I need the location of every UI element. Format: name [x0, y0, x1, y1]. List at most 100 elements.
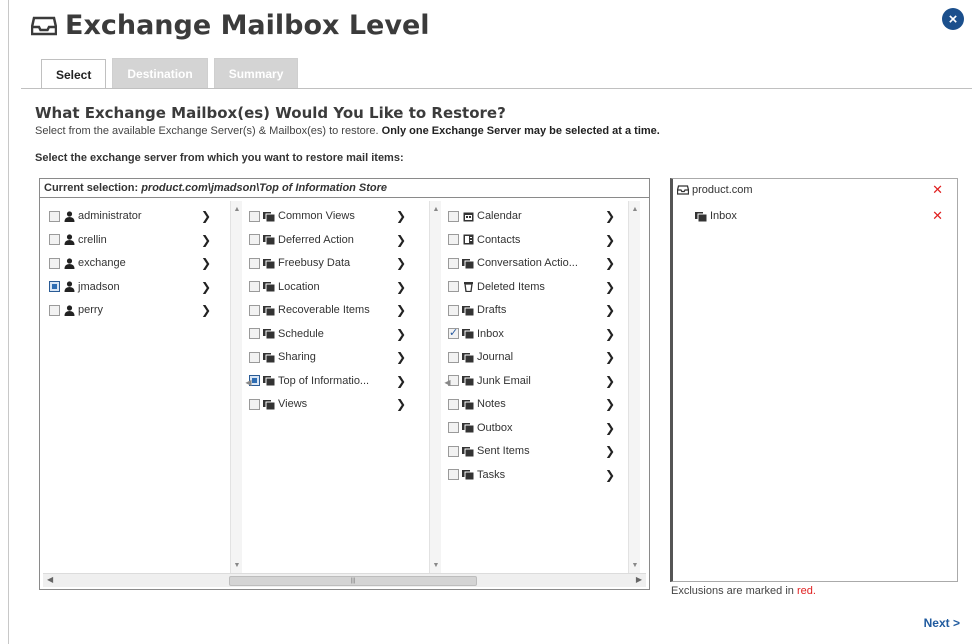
chevron-right-icon[interactable]: ❯: [201, 231, 211, 249]
mail-item-row[interactable]: Calendar: [448, 207, 522, 225]
folder-row[interactable]: Views: [249, 395, 307, 413]
folder-checkbox[interactable]: [249, 234, 260, 245]
user-row[interactable]: administrator: [49, 207, 142, 225]
chevron-right-icon[interactable]: ❯: [396, 325, 406, 343]
close-button[interactable]: ×: [942, 8, 964, 30]
chevron-right-icon[interactable]: ❯: [201, 278, 211, 296]
folder-checkbox[interactable]: [249, 328, 260, 339]
mail-item-row[interactable]: Outbox: [448, 419, 512, 437]
mail-item-checkbox[interactable]: [448, 234, 459, 245]
user-checkbox[interactable]: [49, 234, 60, 245]
remove-icon[interactable]: ✕: [932, 208, 943, 224]
user-icon: [63, 234, 75, 246]
mail-item-checkbox[interactable]: [448, 422, 459, 433]
chevron-right-icon[interactable]: ❯: [396, 348, 406, 366]
remove-icon[interactable]: ✕: [932, 182, 943, 198]
mail-item-row[interactable]: Journal: [448, 348, 513, 366]
chevron-right-icon[interactable]: ❯: [605, 348, 615, 366]
scrollbar-thumb[interactable]: |||: [229, 576, 477, 586]
mail-item-row[interactable]: Sent Items: [448, 442, 530, 460]
mail-item-row[interactable]: Contacts: [448, 231, 520, 249]
scroll-up-icon[interactable]: ▲: [231, 203, 243, 215]
chevron-right-icon[interactable]: ❯: [605, 372, 615, 390]
scroll-left-icon[interactable]: ◀: [47, 575, 53, 584]
mail-item-row[interactable]: Deleted Items: [448, 278, 545, 296]
user-row[interactable]: jmadson: [49, 278, 120, 296]
mail-item-row[interactable]: Notes: [448, 395, 506, 413]
scroll-left-icon[interactable]: ◀: [443, 376, 452, 388]
folder-row[interactable]: Freebusy Data: [249, 254, 350, 272]
folder-row[interactable]: Sharing: [249, 348, 316, 366]
chevron-right-icon[interactable]: ❯: [605, 301, 615, 319]
folder-checkbox[interactable]: [249, 281, 260, 292]
user-row[interactable]: perry: [49, 301, 103, 319]
mail-item-checkbox[interactable]: [448, 445, 459, 457]
chevron-right-icon[interactable]: ❯: [605, 466, 615, 484]
chevron-right-icon[interactable]: ❯: [605, 395, 615, 413]
chevron-right-icon[interactable]: ❯: [396, 231, 406, 249]
chevron-right-icon[interactable]: ❯: [396, 301, 406, 319]
mail-item-row[interactable]: Tasks: [448, 466, 505, 484]
mail-item-checkbox[interactable]: [448, 257, 459, 269]
scroll-down-icon[interactable]: ▼: [629, 559, 641, 571]
scroll-down-icon[interactable]: ▼: [430, 559, 442, 571]
mail-item-row[interactable]: Inbox: [448, 325, 504, 343]
chevron-right-icon[interactable]: ❯: [396, 372, 406, 390]
folder-checkbox[interactable]: [249, 351, 260, 363]
mail-item-checkbox[interactable]: [448, 351, 459, 363]
scroll-right-icon[interactable]: ▶: [636, 575, 642, 584]
mail-item-checkbox[interactable]: [448, 304, 459, 316]
tab-destination[interactable]: Destination: [112, 58, 208, 88]
chevron-right-icon[interactable]: ❯: [396, 207, 406, 225]
chevron-right-icon[interactable]: ❯: [605, 207, 615, 225]
chevron-right-icon[interactable]: ❯: [396, 395, 406, 413]
folder-row[interactable]: Schedule: [249, 325, 324, 343]
user-row[interactable]: crellin: [49, 231, 107, 249]
user-checkbox[interactable]: [49, 304, 60, 316]
mail-item-checkbox[interactable]: [448, 398, 459, 410]
mail-item-checkbox[interactable]: [448, 210, 459, 222]
chevron-right-icon[interactable]: ❯: [605, 278, 615, 296]
mail-item-checkbox[interactable]: [448, 326, 459, 339]
chevron-right-icon[interactable]: ❯: [605, 325, 615, 343]
user-checkbox[interactable]: [49, 210, 60, 222]
folder-label: Sharing: [278, 351, 316, 363]
folder-checkbox[interactable]: [249, 304, 260, 316]
mail-item-row[interactable]: Conversation Actio...: [448, 254, 578, 272]
folder-row[interactable]: Top of Informatio...: [249, 372, 369, 390]
tab-summary[interactable]: Summary: [213, 58, 299, 88]
scroll-up-icon[interactable]: ▲: [629, 203, 641, 215]
next-button[interactable]: Next >: [924, 616, 960, 630]
user-row[interactable]: exchange: [49, 254, 126, 272]
user-checkbox[interactable]: [49, 281, 60, 292]
chevron-right-icon[interactable]: ❯: [605, 419, 615, 437]
folders-scrollbar[interactable]: ▲ ▼: [429, 201, 441, 573]
tab-select[interactable]: Select: [41, 59, 107, 89]
mail-item-row[interactable]: Drafts: [448, 301, 506, 319]
folder-checkbox[interactable]: [249, 398, 260, 410]
chevron-right-icon[interactable]: ❯: [396, 278, 406, 296]
folder-checkbox[interactable]: [249, 257, 260, 269]
chevron-right-icon[interactable]: ❯: [201, 207, 211, 225]
folder-row[interactable]: Deferred Action: [249, 231, 354, 249]
chevron-right-icon[interactable]: ❯: [201, 254, 211, 272]
chevron-right-icon[interactable]: ❯: [605, 442, 615, 460]
folder-checkbox[interactable]: [249, 210, 260, 222]
user-checkbox[interactable]: [49, 257, 60, 269]
folder-row[interactable]: Location: [249, 278, 320, 296]
chevron-right-icon[interactable]: ❯: [605, 254, 615, 272]
folder-row[interactable]: Recoverable Items: [249, 301, 370, 319]
mail-item-checkbox[interactable]: [448, 281, 459, 292]
items-scrollbar[interactable]: ▲ ▼: [628, 201, 640, 573]
scroll-left-icon[interactable]: ◀: [244, 376, 253, 388]
scroll-down-icon[interactable]: ▼: [231, 559, 243, 571]
chevron-right-icon[interactable]: ❯: [605, 231, 615, 249]
scroll-up-icon[interactable]: ▲: [430, 203, 442, 215]
users-scrollbar[interactable]: ▲ ▼: [230, 201, 242, 573]
folder-row[interactable]: Common Views: [249, 207, 355, 225]
chevron-right-icon[interactable]: ❯: [396, 254, 406, 272]
horizontal-scrollbar[interactable]: ◀ ||| ▶: [43, 573, 646, 587]
mail-item-checkbox[interactable]: [448, 469, 459, 480]
chevron-right-icon[interactable]: ❯: [201, 301, 211, 319]
mail-item-row[interactable]: Junk Email: [448, 372, 531, 390]
